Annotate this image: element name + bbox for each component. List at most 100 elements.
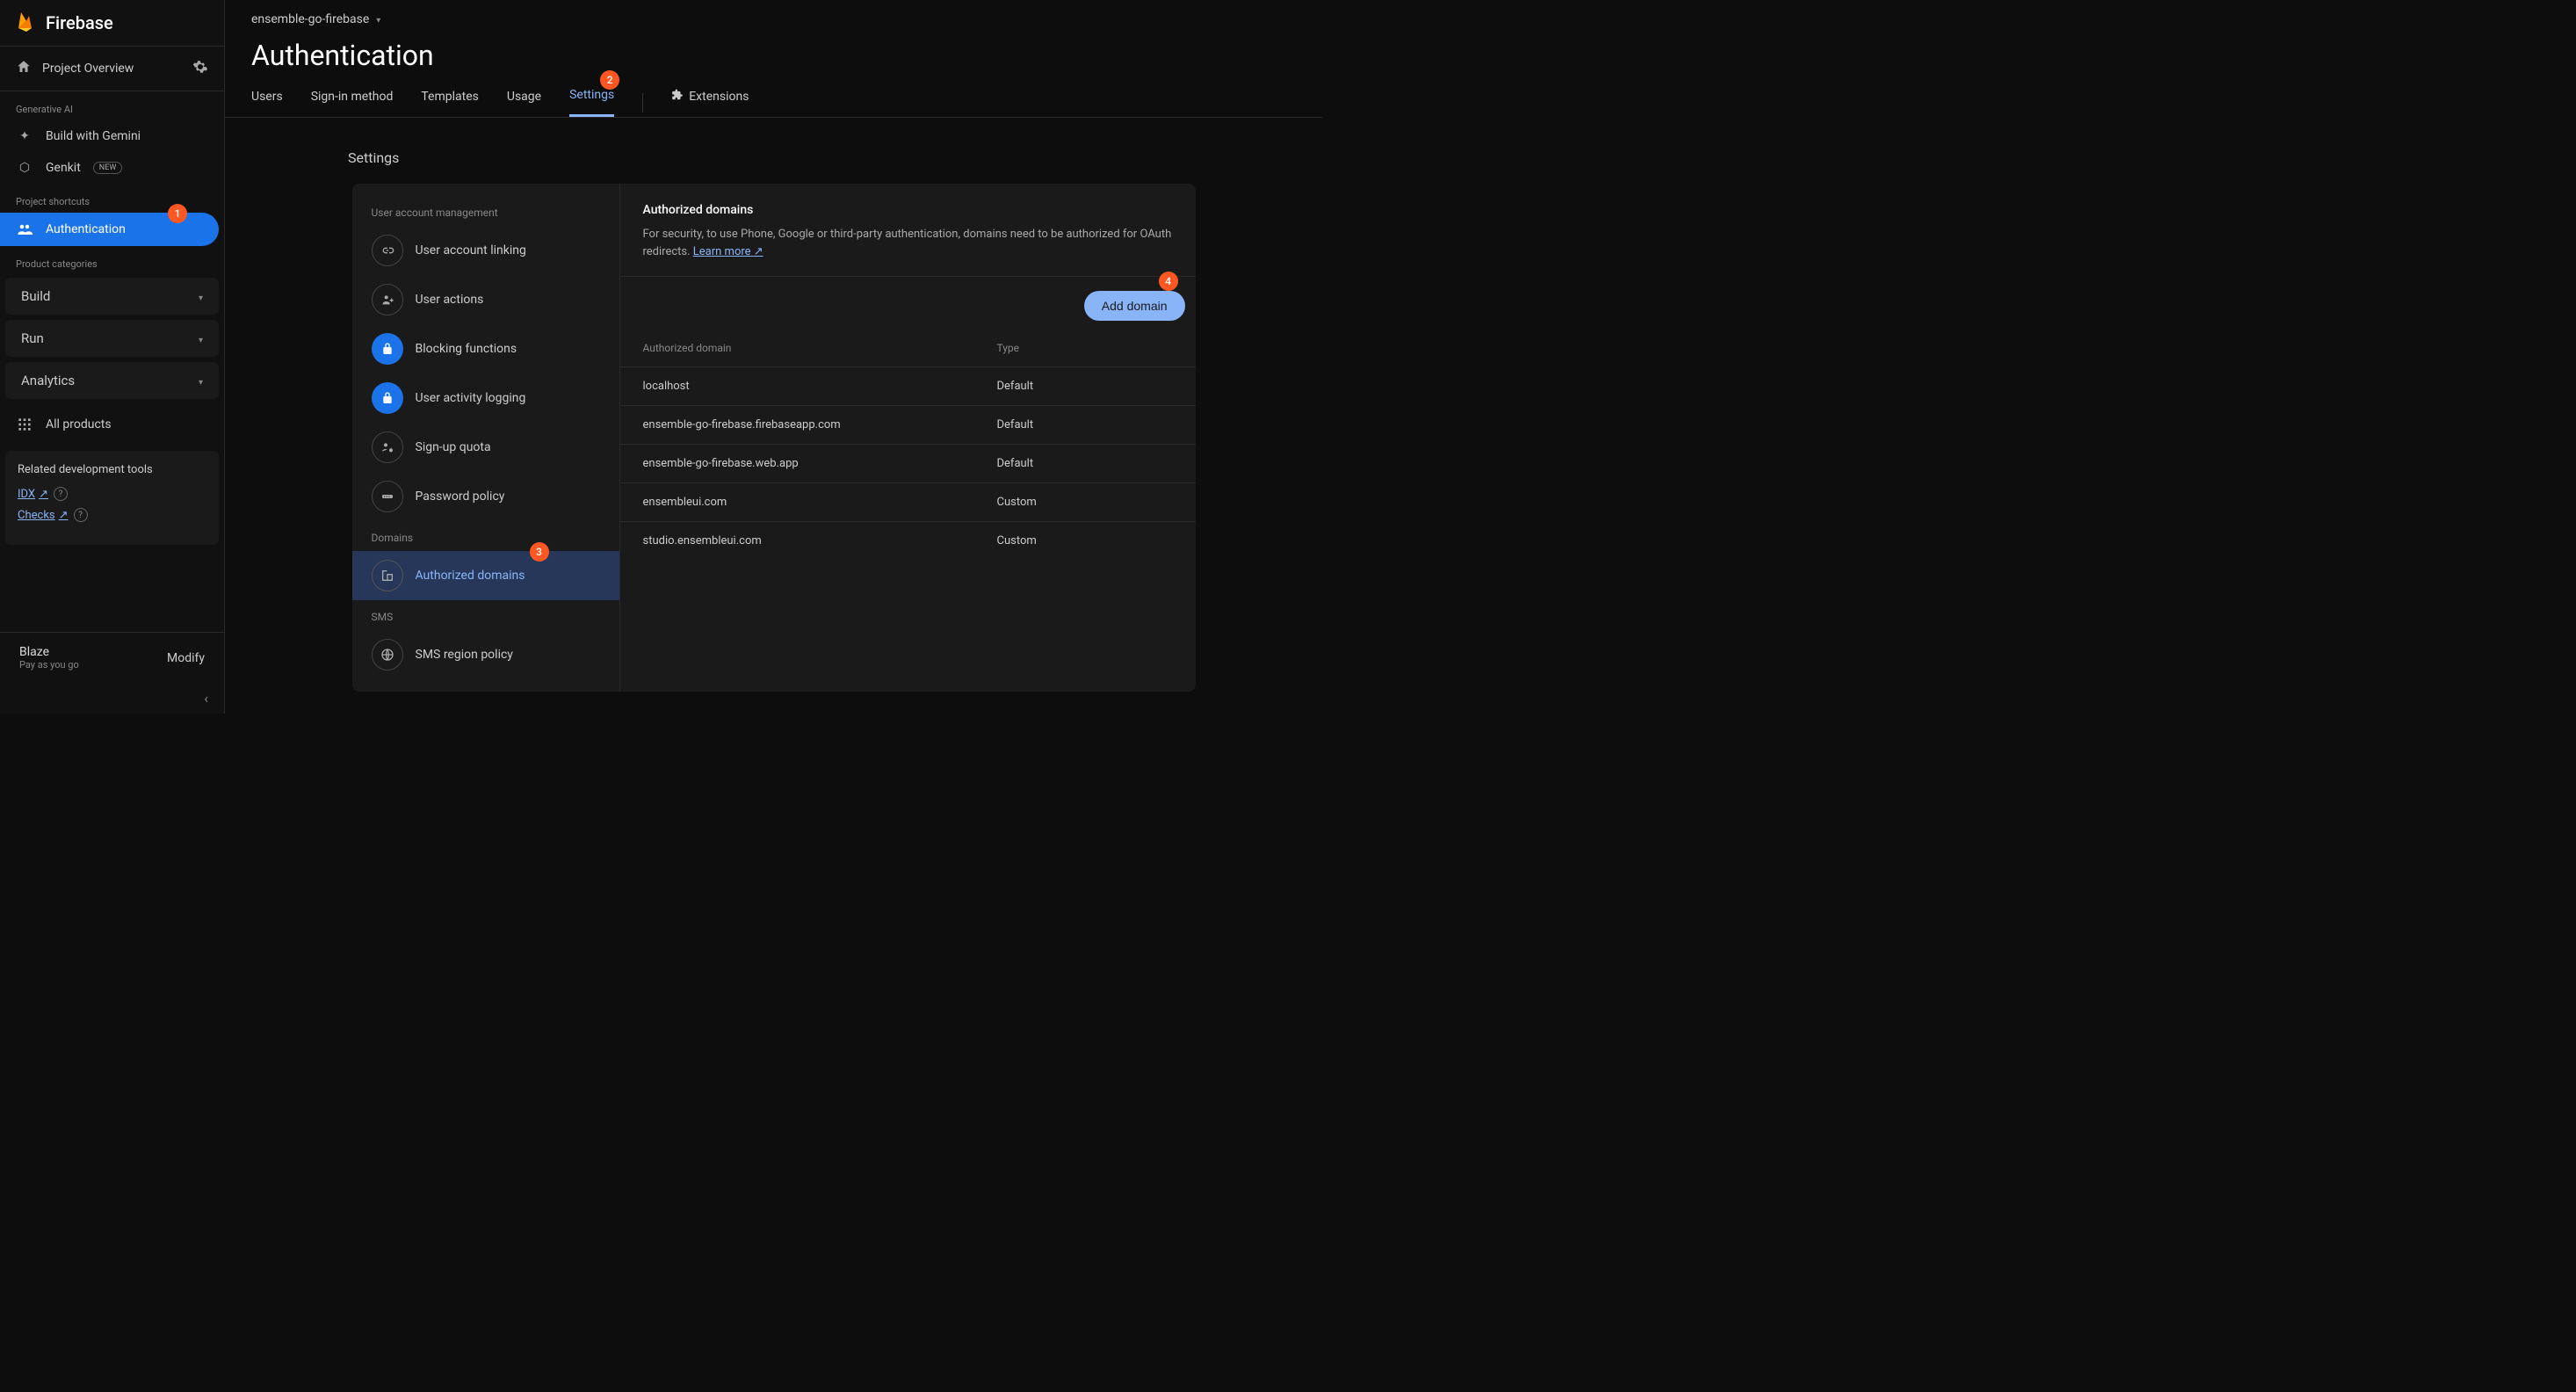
dev-tools-panel: Related development tools IDX ↗ ? Checks…: [5, 451, 219, 545]
cat-sms: SMS: [352, 600, 619, 630]
help-icon[interactable]: ?: [54, 487, 68, 501]
step-badge-2: 2: [600, 70, 619, 90]
tab-signin[interactable]: Sign-in method: [311, 90, 394, 116]
puzzle-icon: [671, 89, 684, 105]
step-badge-4: 4: [1159, 272, 1178, 291]
sn-item-actions[interactable]: User actions: [352, 275, 619, 324]
item-label: Genkit: [46, 161, 81, 175]
password-icon: [372, 481, 403, 512]
tab-extensions[interactable]: Extensions: [671, 89, 749, 117]
domain-cell: studio.ensembleui.com: [643, 534, 997, 547]
grid-icon: [16, 417, 33, 431]
table-row[interactable]: studio.ensembleui.com Custom: [620, 522, 1196, 560]
globe-icon: [372, 639, 403, 671]
brand-label: Firebase: [46, 12, 113, 33]
sparkle-icon: ✦: [16, 129, 33, 143]
chevron-down-icon: [199, 330, 203, 346]
item-label: Analytics: [21, 373, 75, 388]
item-label: Authentication: [46, 222, 126, 236]
sidebar-item-authentication[interactable]: Authentication 1: [0, 213, 219, 246]
domains-table: Authorized domain Type localhost Default…: [620, 330, 1196, 560]
hex-icon: ⬡: [16, 161, 33, 175]
domain-cell: ensemble-go-firebase.firebaseapp.com: [643, 418, 997, 431]
person-plus-icon: [372, 284, 403, 315]
tabs: Users Sign-in method Templates Usage Set…: [225, 72, 1322, 118]
plan-name: Blaze: [19, 645, 79, 659]
chevron-down-icon: [199, 288, 203, 304]
project-overview-row[interactable]: Project Overview: [0, 47, 224, 91]
sidebar: Firebase Project Overview Generative AI …: [0, 0, 225, 714]
type-cell: Default: [997, 418, 1173, 431]
logo-row: Firebase: [0, 0, 224, 47]
chevron-down-icon: [376, 12, 380, 26]
dev-tools-title: Related development tools: [18, 463, 206, 476]
link-icon: [372, 235, 403, 266]
domain-cell: localhost: [643, 380, 997, 393]
cat-user-mgmt: User account management: [352, 196, 619, 226]
external-link-icon: ↗: [754, 245, 763, 258]
project-name: ensemble-go-firebase: [251, 12, 369, 26]
tab-templates[interactable]: Templates: [421, 90, 479, 116]
people-icon: [16, 221, 33, 237]
new-badge: NEW: [93, 162, 123, 174]
tab-settings[interactable]: Settings 2: [569, 88, 614, 117]
domain-cell: ensemble-go-firebase.web.app: [643, 457, 997, 470]
settings-nav: User account management User account lin…: [352, 184, 620, 692]
person-gear-icon: [372, 431, 403, 463]
main-content: ensemble-go-firebase Authentication User…: [225, 0, 1322, 714]
col-domain: Authorized domain: [643, 342, 997, 354]
project-selector[interactable]: ensemble-go-firebase: [251, 12, 1296, 26]
sn-item-quota[interactable]: Sign-up quota: [352, 423, 619, 472]
page-title: Authentication: [225, 26, 1322, 72]
sn-item-linking[interactable]: User account linking: [352, 226, 619, 275]
sn-item-authorized-domains[interactable]: Authorized domains 3: [352, 551, 619, 600]
cat-domains: Domains: [352, 521, 619, 551]
item-label: Run: [21, 330, 44, 346]
tab-users[interactable]: Users: [251, 90, 283, 116]
external-link-icon: ↗: [59, 509, 69, 522]
collapse-sidebar[interactable]: ‹: [0, 683, 224, 714]
settings-panel: User account management User account lin…: [352, 184, 1196, 692]
type-cell: Default: [997, 457, 1173, 470]
type-cell: Custom: [997, 496, 1173, 509]
sidebar-item-build[interactable]: Build: [5, 278, 219, 315]
plan-sub: Pay as you go: [19, 659, 79, 671]
body-desc: For security, to use Phone, Google or th…: [643, 226, 1173, 260]
checks-link[interactable]: Checks ↗: [18, 509, 69, 522]
learn-more-link[interactable]: Learn more ↗: [693, 245, 763, 258]
sidebar-item-run[interactable]: Run: [5, 320, 219, 357]
section-product-categories: Product categories: [0, 246, 224, 275]
settings-body: Authorized domains For security, to use …: [620, 184, 1196, 692]
sn-item-sms-policy[interactable]: SMS region policy: [352, 630, 619, 679]
sidebar-footer: Blaze Pay as you go Modify: [0, 632, 224, 683]
chevron-left-icon: ‹: [204, 690, 208, 707]
gear-icon[interactable]: [192, 59, 208, 78]
section-generative-ai: Generative AI: [0, 91, 224, 120]
table-row[interactable]: ensemble-go-firebase.firebaseapp.com Def…: [620, 406, 1196, 445]
table-row[interactable]: ensembleui.com Custom: [620, 483, 1196, 522]
table-row[interactable]: ensemble-go-firebase.web.app Default: [620, 445, 1196, 483]
tab-usage[interactable]: Usage: [507, 90, 541, 116]
item-label: All products: [46, 417, 112, 431]
sidebar-item-build-gemini[interactable]: ✦ Build with Gemini: [0, 120, 224, 152]
sn-item-activity[interactable]: User activity logging: [352, 373, 619, 423]
settings-heading: Settings: [348, 149, 1296, 166]
tab-separator: [642, 93, 643, 112]
sidebar-item-genkit[interactable]: ⬡ Genkit NEW: [0, 152, 224, 184]
item-label: Build: [21, 288, 50, 304]
type-cell: Default: [997, 380, 1173, 393]
firebase-logo-icon: [16, 11, 37, 35]
sidebar-item-analytics[interactable]: Analytics: [5, 362, 219, 399]
help-icon[interactable]: ?: [74, 508, 88, 522]
sn-item-password[interactable]: Password policy: [352, 472, 619, 521]
step-badge-1: 1: [168, 204, 187, 223]
add-domain-button[interactable]: Add domain: [1084, 291, 1185, 321]
table-row[interactable]: localhost Default: [620, 367, 1196, 406]
type-cell: Custom: [997, 534, 1173, 547]
modify-button[interactable]: Modify: [167, 651, 205, 665]
project-overview-label: Project Overview: [42, 62, 134, 76]
sn-item-blocking[interactable]: Blocking functions: [352, 324, 619, 373]
idx-link[interactable]: IDX ↗: [18, 488, 48, 501]
sidebar-item-all-products[interactable]: All products: [0, 409, 224, 440]
col-type: Type: [997, 342, 1173, 354]
